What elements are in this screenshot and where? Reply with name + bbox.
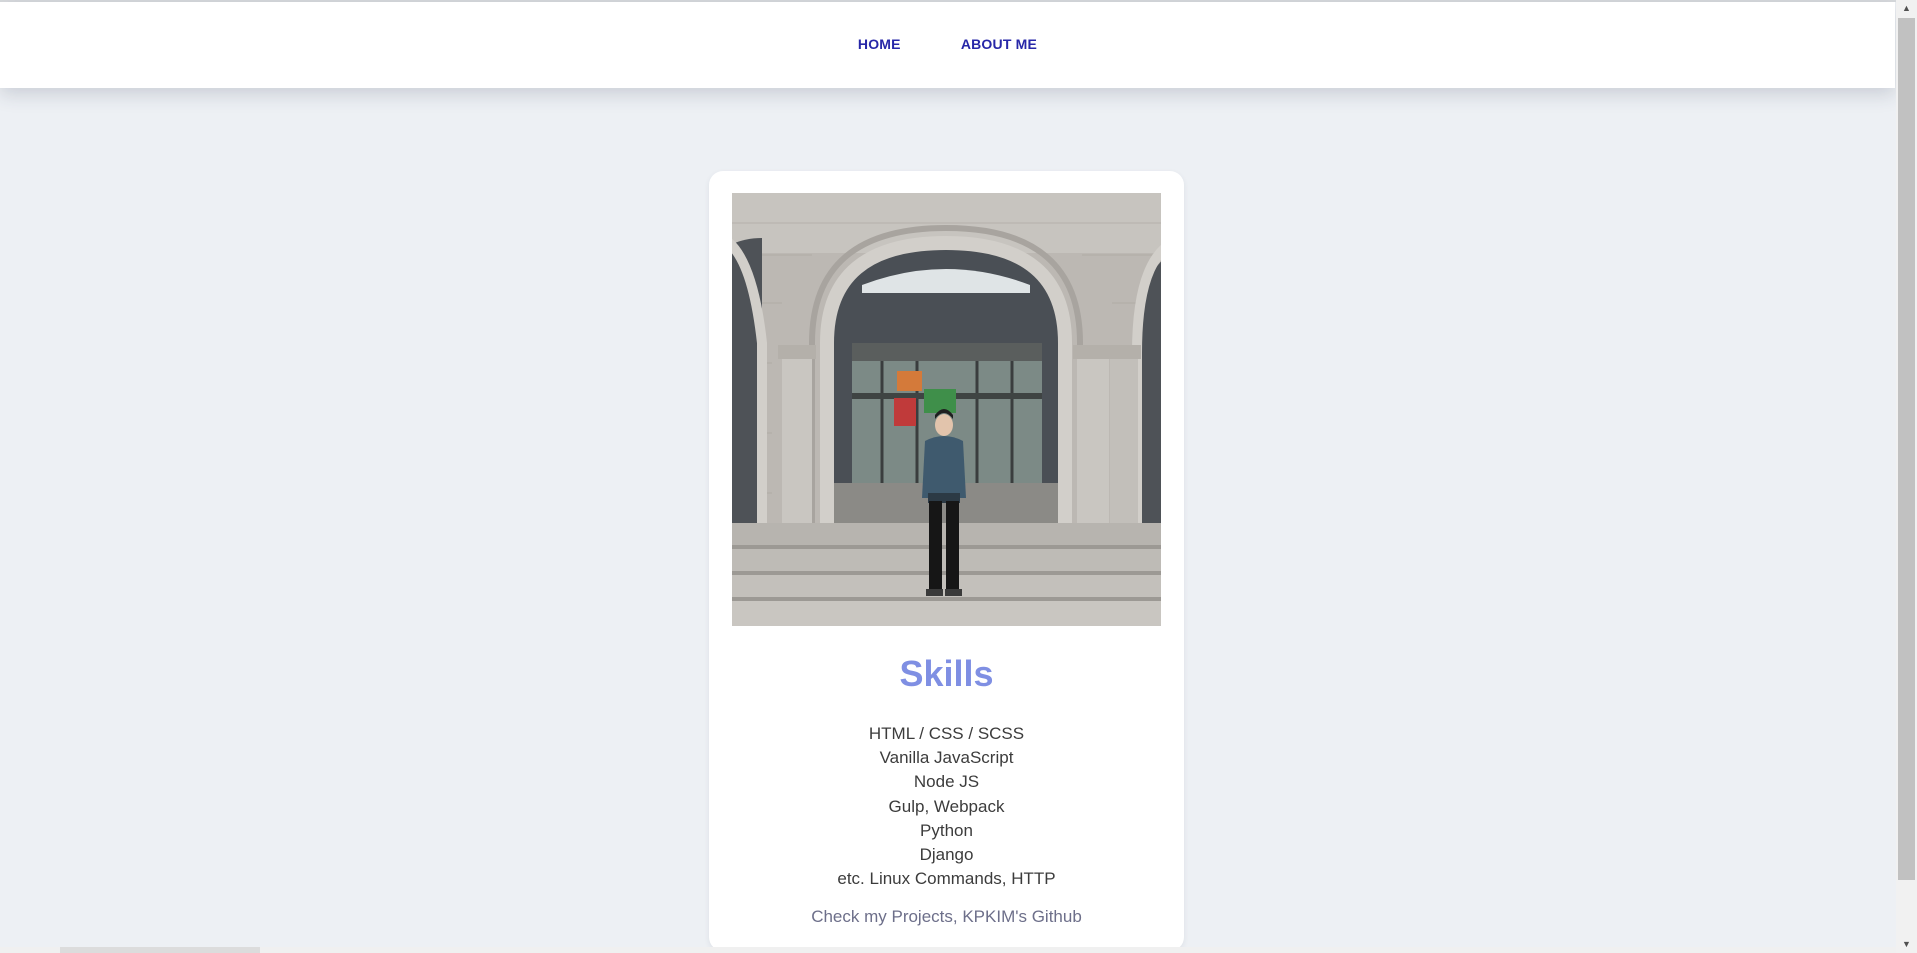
scroll-segment bbox=[60, 947, 260, 953]
page-viewport: HOME ABOUT ME Skills HTML / CSS / SCSS V… bbox=[0, 0, 1896, 953]
nav-about-link[interactable]: ABOUT ME bbox=[961, 36, 1037, 52]
profile-photo bbox=[732, 193, 1161, 626]
horizontal-scroll-strip bbox=[0, 947, 1896, 953]
skill-item: HTML / CSS / SCSS bbox=[868, 724, 1025, 743]
skill-item: Node JS bbox=[913, 772, 980, 792]
top-navbar: HOME ABOUT ME bbox=[0, 2, 1895, 88]
profile-card: Skills HTML / CSS / SCSS Vanilla JavaScr… bbox=[709, 171, 1184, 951]
arrow-down-icon[interactable]: ▼ bbox=[1896, 936, 1917, 953]
skill-item: Gulp, Webpack bbox=[888, 796, 1005, 816]
nav-home-link[interactable]: HOME bbox=[858, 36, 901, 52]
skills-list: HTML / CSS / SCSS Vanilla JavaScript Nod… bbox=[709, 722, 1184, 891]
skills-title: Skills bbox=[899, 653, 994, 694]
skill-item: Django bbox=[919, 845, 974, 865]
arrow-up-icon[interactable]: ▲ bbox=[1896, 0, 1917, 17]
nav-links: HOME ABOUT ME bbox=[0, 36, 1895, 52]
skill-item: Vanilla JavaScript bbox=[879, 748, 1014, 768]
skill-item: etc. Linux Commands, HTTP bbox=[837, 869, 1056, 889]
skill-item: Python bbox=[920, 820, 973, 840]
vertical-scrollbar[interactable]: ▲ ▼ bbox=[1896, 0, 1917, 953]
github-projects-link[interactable]: Check my Projects, KPKIM's Github bbox=[709, 907, 1184, 927]
scrollbar-thumb[interactable] bbox=[1898, 18, 1915, 880]
